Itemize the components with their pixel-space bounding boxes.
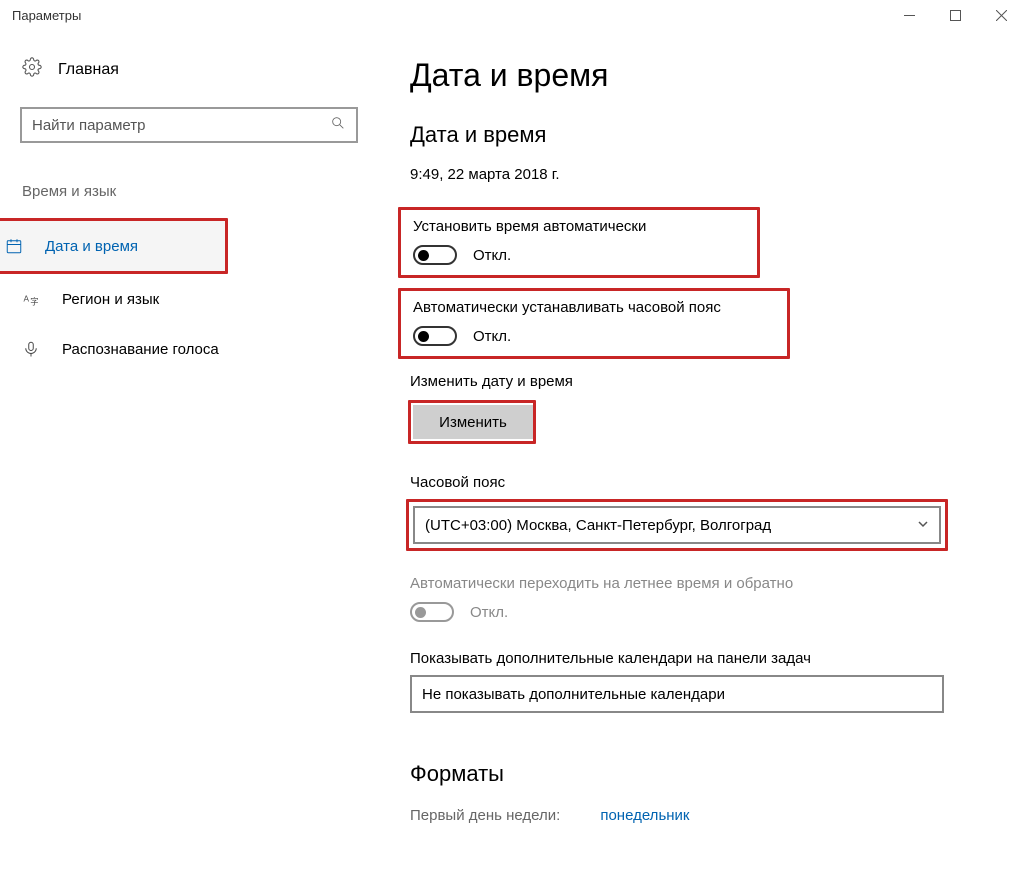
dst-state: Откл. (470, 604, 508, 621)
microphone-icon (22, 340, 42, 358)
home-label: Главная (58, 61, 119, 79)
search-field[interactable] (32, 117, 330, 134)
maximize-button[interactable] (932, 0, 978, 32)
first-day-row: Первый день недели: понедельник (410, 807, 964, 824)
svg-text:字: 字 (30, 296, 38, 306)
formats-heading: Форматы (410, 761, 964, 787)
section-subhead: Дата и время (410, 122, 964, 148)
auto-time-state: Откл. (473, 247, 511, 264)
search-icon (330, 115, 346, 135)
window-title: Параметры (12, 8, 81, 23)
nav-speech[interactable]: Распознавание голоса (0, 324, 370, 374)
change-button[interactable]: Изменить (413, 405, 533, 439)
calendars-label: Показывать дополнительные календари на п… (410, 650, 964, 667)
timezone-label: Часовой пояс (410, 474, 964, 491)
gear-icon (22, 57, 42, 82)
auto-time-block: Установить время автоматически Откл. (398, 207, 760, 278)
current-datetime: 9:49, 22 марта 2018 г. (410, 166, 964, 183)
calendar-icon (5, 237, 25, 255)
auto-tz-label: Автоматически устанавливать часовой пояс (413, 299, 775, 316)
nav-date-time[interactable]: Дата и время (0, 221, 225, 271)
timezone-dropdown[interactable]: (UTC+03:00) Москва, Санкт-Петербург, Вол… (413, 506, 941, 544)
dst-label: Автоматически переходить на летнее время… (410, 575, 964, 592)
auto-time-toggle[interactable] (413, 245, 457, 265)
calendars-dropdown[interactable]: Не показывать дополнительные календари (410, 675, 944, 713)
nav-label: Распознавание голоса (62, 341, 219, 358)
sidebar: Главная Время и язык Дата и время A字 (0, 57, 370, 887)
language-icon: A字 (22, 290, 42, 308)
nav-list: Дата и время A字 Регион и язык Распознава… (0, 218, 370, 374)
auto-tz-state: Откл. (473, 328, 511, 345)
minimize-button[interactable] (886, 0, 932, 32)
titlebar: Параметры (0, 0, 1024, 32)
home-link[interactable]: Главная (20, 57, 370, 82)
auto-tz-block: Автоматически устанавливать часовой пояс… (398, 288, 790, 359)
calendars-value: Не показывать дополнительные календари (422, 686, 725, 703)
change-dt-label: Изменить дату и время (410, 373, 964, 390)
section-heading: Время и язык (20, 183, 370, 200)
timezone-value: (UTC+03:00) Москва, Санкт-Петербург, Вол… (425, 517, 771, 534)
nav-label: Регион и язык (62, 291, 159, 308)
first-day-value: понедельник (600, 807, 689, 824)
content-pane: Дата и время Дата и время 9:49, 22 марта… (370, 57, 1024, 887)
page-title: Дата и время (410, 57, 964, 94)
svg-text:A: A (24, 294, 30, 303)
dst-toggle (410, 602, 454, 622)
nav-region-language[interactable]: A字 Регион и язык (0, 274, 370, 324)
nav-label: Дата и время (45, 238, 138, 255)
search-input[interactable] (20, 107, 358, 143)
chevron-down-icon (917, 517, 929, 534)
close-button[interactable] (978, 0, 1024, 32)
auto-tz-toggle[interactable] (413, 326, 457, 346)
first-day-label: Первый день недели: (410, 807, 560, 824)
auto-time-label: Установить время автоматически (413, 218, 745, 235)
